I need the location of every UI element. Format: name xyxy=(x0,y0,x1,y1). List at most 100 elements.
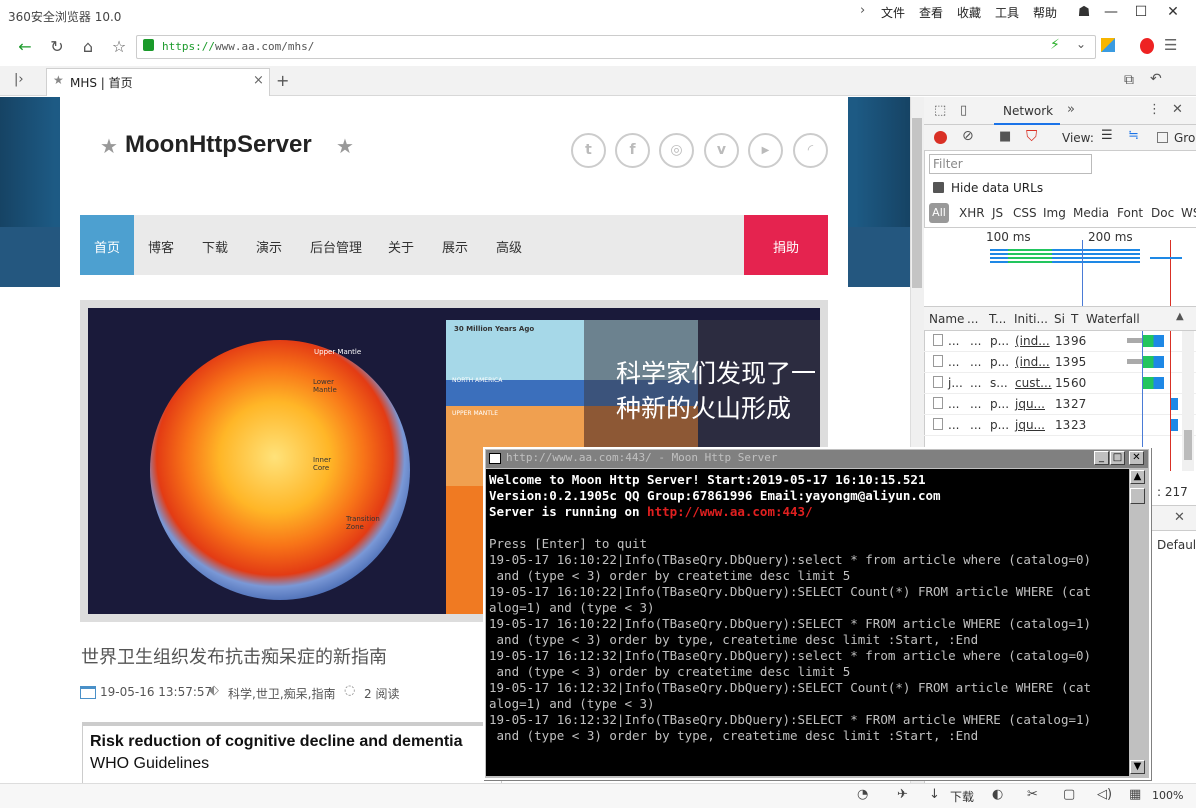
download-icon[interactable]: ↓ xyxy=(929,787,940,802)
console-scroll-up[interactable]: ▲ xyxy=(1130,470,1145,484)
col-size[interactable]: Si xyxy=(1054,312,1065,326)
menu-file[interactable]: 文件 xyxy=(881,4,905,21)
close-window-button[interactable]: ✕ xyxy=(1160,2,1186,22)
more-tabs-icon[interactable]: » xyxy=(1067,102,1075,117)
minimize-button[interactable]: — xyxy=(1098,2,1124,22)
type-filter-media[interactable]: Media xyxy=(1073,206,1109,220)
group-checkbox[interactable] xyxy=(1157,132,1168,143)
article-tags[interactable]: 科学,世卫,痴呆,指南 xyxy=(228,685,335,702)
status-compat-icon[interactable]: ◐ xyxy=(992,787,1003,802)
new-tab-button[interactable]: + xyxy=(276,71,289,90)
apps-icon[interactable] xyxy=(1101,38,1115,52)
console-maximize-button[interactable]: □ xyxy=(1110,451,1125,465)
console-scroll-thumb[interactable] xyxy=(1130,488,1145,504)
row-initiator[interactable]: (ind... xyxy=(1015,334,1050,348)
nav-item-showcase[interactable]: 展示 xyxy=(442,237,468,256)
clear-icon[interactable]: ⊘ xyxy=(962,128,974,144)
youtube-icon[interactable]: ▶ xyxy=(748,133,783,168)
tab-close-button[interactable]: × xyxy=(253,73,264,88)
nav-item-blog[interactable]: 博客 xyxy=(148,237,174,256)
article-title[interactable]: 世界卫生组织发布抗击痴呆症的新指南 xyxy=(81,643,387,669)
type-filter-font[interactable]: Font xyxy=(1117,206,1143,220)
dribbble-icon[interactable]: ◎ xyxy=(659,133,694,168)
status-window-icon[interactable]: ▢ xyxy=(1063,787,1075,802)
col-time[interactable]: T xyxy=(1071,312,1078,326)
page-scrollbar-thumb[interactable] xyxy=(912,118,922,288)
hide-data-urls-checkbox[interactable] xyxy=(933,182,944,193)
hero-title[interactable]: 科学家们发现了一种新的火山形成 xyxy=(616,356,816,426)
drawer-close-icon[interactable]: ✕ xyxy=(1174,510,1185,525)
maximize-button[interactable]: ☐ xyxy=(1128,2,1154,22)
status-grid-icon[interactable]: ▦ xyxy=(1129,787,1141,802)
bookmark-star-icon[interactable]: ☆ xyxy=(107,36,131,58)
device-icon[interactable]: ▯ xyxy=(960,103,967,118)
col-initiator[interactable]: Initi... xyxy=(1014,312,1048,326)
home-button[interactable]: ⌂ xyxy=(76,36,100,58)
facebook-icon[interactable]: f xyxy=(615,133,650,168)
camera-icon[interactable]: ■ xyxy=(999,129,1011,144)
chevron-down-icon[interactable]: ⌄ xyxy=(1076,37,1086,51)
menu-icon[interactable]: ☰ xyxy=(1164,36,1177,54)
site-title[interactable]: MoonHttpServer xyxy=(125,131,312,159)
list-view-icon[interactable]: ☰ xyxy=(1101,128,1113,143)
row-initiator[interactable]: jqu... xyxy=(1015,418,1045,432)
record-icon[interactable] xyxy=(934,131,947,144)
type-filter-all[interactable]: All xyxy=(929,203,949,223)
menu-help[interactable]: 帮助 xyxy=(1033,4,1057,21)
rss-icon[interactable]: ◜ xyxy=(793,133,828,168)
nav-item-download[interactable]: 下载 xyxy=(202,237,228,256)
console-close-button[interactable]: ✕ xyxy=(1129,451,1144,465)
restore-tabs-icon[interactable]: ⧉ xyxy=(1124,72,1134,88)
nav-item-demo[interactable]: 演示 xyxy=(256,237,282,256)
nav-item-about[interactable]: 关于 xyxy=(388,237,414,256)
lightning-icon[interactable]: ⚡ xyxy=(1050,37,1060,53)
type-filter-ws[interactable]: WS xyxy=(1181,206,1196,220)
menu-favorites[interactable]: 收藏 xyxy=(957,4,981,21)
menu-view[interactable]: 查看 xyxy=(919,4,943,21)
console-server-link[interactable]: http://www.aa.com:443/ xyxy=(647,504,813,519)
row-initiator[interactable]: (ind... xyxy=(1015,355,1050,369)
type-filter-xhr[interactable]: XHR xyxy=(959,206,985,220)
menu-tools[interactable]: 工具 xyxy=(995,4,1019,21)
nav-item-home[interactable]: 首页 xyxy=(94,237,120,256)
timeline-overview[interactable] xyxy=(924,227,1196,307)
nav-item-advanced[interactable]: 高级 xyxy=(496,237,522,256)
type-filter-js[interactable]: JS xyxy=(992,206,1003,220)
status-speed-icon[interactable]: ◔ xyxy=(857,787,868,802)
type-filter-css[interactable]: CSS xyxy=(1013,206,1037,220)
nav-item-admin[interactable]: 后台管理 xyxy=(310,237,362,256)
url-text[interactable]: https://www.aa.com/mhs/ xyxy=(162,40,314,53)
console-scrollbar[interactable] xyxy=(1129,469,1146,776)
col-type[interactable]: T... xyxy=(989,312,1006,326)
sort-up-icon[interactable]: ▲ xyxy=(1176,311,1184,322)
tab-network[interactable]: Network xyxy=(1003,104,1053,118)
download-label[interactable]: 下载 xyxy=(950,788,974,805)
col-waterfall[interactable]: Waterfall xyxy=(1086,312,1140,326)
devtools-close-icon[interactable]: ✕ xyxy=(1172,102,1183,117)
reload-button[interactable]: ↻ xyxy=(45,36,69,58)
pin-icon[interactable]: ☗ xyxy=(1071,2,1097,22)
network-scrollbar-thumb[interactable] xyxy=(1184,430,1192,460)
vimeo-icon[interactable]: v xyxy=(704,133,739,168)
col-status[interactable]: ... xyxy=(967,312,978,326)
speaker-icon[interactable]: ◁) xyxy=(1097,787,1112,802)
security-shield-icon[interactable] xyxy=(1140,38,1154,54)
undo-icon[interactable]: ↶ xyxy=(1150,71,1162,87)
inspect-icon[interactable]: ⬚ xyxy=(934,103,946,118)
status-snip-icon[interactable]: ✂ xyxy=(1027,787,1038,802)
back-button[interactable]: ← xyxy=(13,36,37,58)
status-plane-icon[interactable]: ✈ xyxy=(897,787,908,802)
row-initiator[interactable]: cust... xyxy=(1015,376,1052,390)
type-filter-img[interactable]: Img xyxy=(1043,206,1066,220)
filter-icon[interactable]: ⛉ xyxy=(1026,127,1037,145)
log-level-select[interactable]: Default xyxy=(1157,538,1196,552)
sidebar-toggle-icon[interactable]: |› xyxy=(14,72,24,87)
kebab-menu-icon[interactable]: ⋮ xyxy=(1148,102,1161,117)
waterfall-view-icon[interactable]: ≒ xyxy=(1128,128,1139,143)
chevron-right-icon[interactable]: › xyxy=(860,3,865,18)
console-minimize-button[interactable]: _ xyxy=(1094,451,1109,465)
console-scroll-down[interactable]: ▼ xyxy=(1130,760,1145,774)
row-initiator[interactable]: jqu... xyxy=(1015,397,1045,411)
twitter-icon[interactable]: t xyxy=(571,133,606,168)
type-filter-doc[interactable]: Doc xyxy=(1151,206,1174,220)
